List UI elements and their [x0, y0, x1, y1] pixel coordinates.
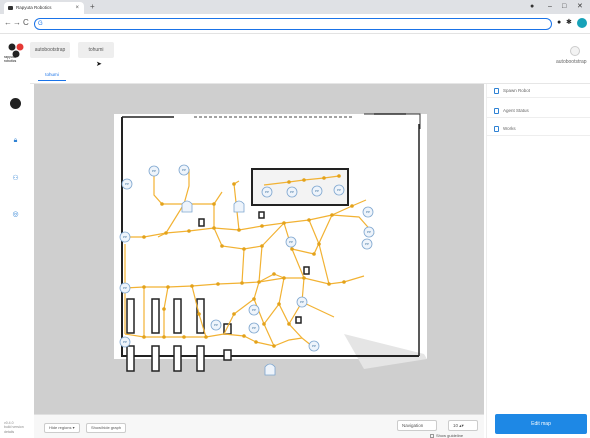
mouse-cursor-icon: ➤ [96, 61, 102, 68]
user-icon[interactable]: ⚇ [11, 174, 20, 183]
panel-item-works[interactable]: Works [487, 122, 590, 136]
minimize-button[interactable]: – [548, 1, 552, 13]
robot-icon[interactable] [10, 98, 21, 109]
user-name: autobootstrap [556, 59, 587, 65]
station-marker-3 [264, 363, 276, 376]
app-root: rapyuta robotics autobootstrap tohumi ➤ … [0, 34, 590, 438]
pick-label-n16: PP [252, 308, 256, 312]
settings-icon[interactable]: ◎ [11, 210, 20, 219]
map-viewport[interactable]: PP PP PP PP PP PP PP PP PP PP PP PP PP P… [34, 84, 484, 414]
zoom-select[interactable]: 10 ▴▾ [448, 420, 478, 431]
close-window-button[interactable]: ✕ [577, 1, 583, 13]
logo-text: rapyuta robotics [4, 55, 17, 63]
agent-status-icon [494, 108, 499, 114]
pick-label-n8: PP [366, 210, 370, 214]
pick-label-n2: PP [152, 169, 156, 173]
google-icon: G [38, 21, 43, 27]
station-marker-1 [181, 200, 193, 213]
close-tab-icon[interactable]: × [75, 2, 79, 14]
browser-tab[interactable]: Rapyuta Robotics × [4, 2, 84, 14]
rapyuta-favicon-icon [8, 6, 13, 10]
pick-label-n9: PP [123, 235, 127, 239]
back-icon[interactable]: ← [4, 18, 12, 28]
pick-label-n4: PP [265, 190, 269, 194]
pick-label-n13: PP [123, 286, 127, 290]
pick-label-n6: PP [315, 189, 319, 193]
maximize-button[interactable]: □ [562, 1, 566, 13]
zoom-value: 10 [453, 423, 459, 428]
tab-tohumi[interactable]: tohumi [78, 42, 114, 58]
lock-icon[interactable]: 🔒︎ [11, 136, 20, 145]
mode-select-value: Navigation [402, 423, 424, 428]
reload-icon[interactable]: C [23, 18, 29, 28]
hide-regions-label: Hide regions [49, 425, 72, 430]
browser-tab-strip: Rapyuta Robotics × + ● – □ ✕ [0, 0, 590, 14]
station-marker-2 [233, 200, 245, 213]
pick-label-n7: PP [337, 188, 341, 192]
show-guideline-label: Show guideline [436, 433, 464, 438]
extension-icon[interactable]: ● [557, 17, 561, 29]
panel-item-agent-status[interactable]: Agent Status [487, 104, 590, 118]
spawn-robot-icon [494, 88, 499, 94]
pick-label-n18: PP [123, 340, 127, 344]
hide-regions-button[interactable]: Hide regions ▾ [44, 423, 80, 433]
new-tab-button[interactable]: + [90, 2, 95, 12]
checkbox-box[interactable] [430, 433, 434, 438]
left-sidebar: 🔒︎ ⚇ ◎ v0.4.0 build version details [0, 84, 30, 438]
user-profile-icon[interactable]: ● [530, 1, 534, 13]
show-graph-button[interactable]: Show/hide graph [86, 423, 127, 433]
pick-label-n17: PP [252, 326, 256, 330]
pick-label-n3: PP [182, 168, 186, 172]
show-guideline-checkbox[interactable]: Show guideline [430, 433, 463, 438]
panel-item-label: Agent Status [503, 108, 529, 113]
tab-autobootstrap[interactable]: autobootstrap [30, 42, 70, 58]
pick-label-n19: PP [312, 344, 316, 348]
browser-tab-title: Rapyuta Robotics [16, 5, 52, 10]
pick-label-n14: PP [300, 300, 304, 304]
forward-icon[interactable]: → [13, 18, 21, 28]
subtab-bar: tohumi [30, 70, 590, 84]
map-canvas[interactable]: PP PP PP PP PP PP PP PP PP PP PP PP PP P… [34, 84, 484, 414]
pick-label-n1: PP [125, 182, 129, 186]
map-footer: Hide regions ▾ Show/hide graph Navigatio… [34, 414, 484, 438]
panel-item-spawn-robot[interactable]: Spawn Robot [487, 84, 590, 98]
right-panel: Spawn Robot Agent Status Works Edit map [486, 84, 590, 438]
user-avatar[interactable] [570, 46, 580, 56]
pick-label-n11: PP [365, 242, 369, 246]
edit-map-button[interactable]: Edit map [495, 414, 587, 434]
pick-label-n10: PP [367, 230, 371, 234]
show-graph-label: Show/hide graph [91, 425, 122, 430]
pick-label-n5: PP [290, 190, 294, 194]
pick-label-n12: PP [289, 240, 293, 244]
profile-avatar[interactable] [577, 18, 587, 28]
panel-item-label: Works [503, 126, 516, 131]
pick-label-n15: PP [214, 323, 218, 327]
subtab-tohumi[interactable]: tohumi [38, 72, 66, 81]
address-bar[interactable]: G [34, 18, 552, 30]
version-info: v0.4.0 build version details [4, 420, 24, 434]
browser-toolbar: ← → C G ● ✱ [0, 14, 590, 34]
puzzle-icon[interactable]: ✱ [566, 17, 572, 29]
panel-item-label: Spawn Robot [503, 88, 531, 93]
mode-select[interactable]: Navigation [397, 420, 437, 431]
works-icon [494, 126, 499, 132]
